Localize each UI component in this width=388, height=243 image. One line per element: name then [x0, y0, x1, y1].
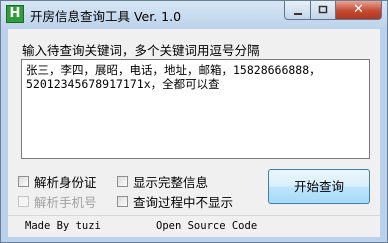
- minimize-button[interactable]: [284, 1, 311, 20]
- parse-phone-checkbox: 解析手机号: [18, 192, 97, 211]
- checkbox-box[interactable]: [18, 176, 29, 187]
- show-full-checkbox[interactable]: 显示完整信息: [117, 172, 208, 191]
- status-license: Open Source Code: [156, 220, 258, 232]
- app-icon: H: [6, 5, 24, 23]
- parse-id-checkbox[interactable]: 解析身份证: [18, 172, 97, 191]
- app-window: H 开房信息查询工具 Ver. 1.0 ✕ 输入待查询关键词，多个关键词用逗号分…: [0, 0, 388, 243]
- start-query-button[interactable]: 开始查询: [268, 169, 370, 204]
- checkbox-box[interactable]: [117, 176, 128, 187]
- maximize-icon: [318, 5, 328, 14]
- maximize-button[interactable]: [310, 1, 336, 20]
- show-full-label: 显示完整信息: [133, 175, 209, 190]
- client-area: 输入待查询关键词，多个关键词用逗号分隔 张三，李四，展昭，电话，地址，邮箱，15…: [8, 29, 380, 236]
- hide-process-label: 查询过程中不显示: [133, 195, 234, 210]
- keyword-textarea[interactable]: 张三，李四，展昭，电话，地址，邮箱，15828666888， 520123456…: [21, 59, 370, 159]
- window-title: 开房信息查询工具 Ver. 1.0: [30, 9, 182, 24]
- checkbox-box: [18, 196, 29, 207]
- checkbox-box[interactable]: [117, 196, 128, 207]
- status-bar: Made By tuzi Open Source Code: [8, 215, 380, 237]
- close-icon: ✕: [353, 2, 364, 17]
- close-button[interactable]: ✕: [335, 1, 382, 20]
- query-prompt-label: 输入待查询关键词，多个关键词用逗号分隔: [22, 43, 260, 58]
- parse-phone-label: 解析手机号: [34, 195, 97, 210]
- hide-process-checkbox[interactable]: 查询过程中不显示: [117, 192, 233, 211]
- minimize-icon: [293, 13, 302, 15]
- title-bar[interactable]: H 开房信息查询工具 Ver. 1.0 ✕: [1, 1, 387, 28]
- parse-id-label: 解析身份证: [34, 175, 97, 190]
- status-author: Made By tuzi: [25, 220, 101, 232]
